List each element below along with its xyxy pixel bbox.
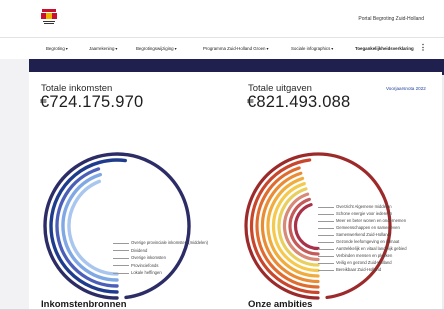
expenses-legend-label: Meer en beter wonen en ondernemen bbox=[336, 218, 407, 223]
expenses-legend-label: Bereikbaar Zuid-Holland bbox=[336, 267, 382, 272]
expenses-legend-item[interactable]: Gezonde leefomgeving en klimaat bbox=[318, 239, 399, 244]
expenses-ring-chart bbox=[244, 152, 392, 300]
nav-item-sociale-infographics[interactable]: Sociale infographics▾ bbox=[291, 46, 333, 51]
expenses-legend-item[interactable]: Bereikbaar Zuid-Holland bbox=[318, 267, 381, 272]
legend-connector bbox=[318, 227, 334, 229]
left-rail bbox=[0, 59, 29, 309]
expenses-legend-label: Samenwerkend Zuid-Holland bbox=[336, 232, 390, 237]
expenses-legend-label: Verbinden mensen en plekken bbox=[336, 253, 393, 258]
legend-connector bbox=[318, 262, 334, 264]
income-legend-item[interactable]: Dividend bbox=[113, 248, 147, 253]
expenses-legend-item[interactable]: Gemeenschappen en samenleven bbox=[318, 225, 400, 230]
expenses-ring-9[interactable] bbox=[293, 203, 320, 251]
zuid-holland-crest-icon[interactable] bbox=[38, 8, 60, 30]
income-legend-label: Overige inkomsten bbox=[131, 255, 166, 260]
expenses-legend-item[interactable]: Meer en beter wonen en ondernemen bbox=[318, 218, 406, 223]
legend-connector bbox=[318, 255, 334, 257]
chevron-down-icon: ▾ bbox=[115, 46, 118, 51]
nav-item-begrotingswijziging[interactable]: Begrotingswijziging▾ bbox=[136, 46, 177, 51]
legend-connector bbox=[318, 269, 334, 271]
chevron-down-icon: ▾ bbox=[174, 46, 177, 51]
income-legend-item[interactable]: Lokale heffingen bbox=[113, 270, 162, 275]
expenses-legend-item[interactable]: Schone energie voor iedereen bbox=[318, 211, 392, 216]
expenses-legend-label: Schone energie voor iedereen bbox=[336, 211, 393, 216]
income-legend-item[interactable]: Overige provinciale inkomsten (middelen) bbox=[113, 240, 208, 245]
legend-connector bbox=[318, 220, 334, 222]
legend-connector bbox=[113, 272, 129, 274]
legend-connector bbox=[318, 248, 334, 250]
income-legend-label: Lokale heffingen bbox=[131, 270, 162, 275]
nav-label: Begroting bbox=[46, 46, 65, 51]
legend-connector bbox=[318, 213, 334, 215]
browser-page: Portal Begroting Zuid-Holland Begroting▾… bbox=[0, 0, 444, 310]
nav-label: Programma Zuid-Holland Groen bbox=[203, 46, 266, 51]
expenses-legend-item[interactable]: Aantrekkelijk en vitaal landelijk gebied bbox=[318, 246, 407, 251]
overview-card: Totale inkomsten €724.175.970 Totale uit… bbox=[29, 72, 442, 310]
expenses-legend-item[interactable]: Overzicht Algemene middelen bbox=[318, 204, 392, 209]
nav-item-jaarrekening[interactable]: Jaarrekening▾ bbox=[89, 46, 117, 51]
legend-connector bbox=[113, 250, 129, 251]
nav-label: Begrotingswijziging bbox=[136, 46, 174, 51]
chevron-down-icon: ▾ bbox=[65, 46, 68, 51]
nav-label: Sociale infographics bbox=[291, 46, 331, 51]
nav-item-begroting[interactable]: Begroting▾ bbox=[46, 46, 68, 51]
legend-connector bbox=[113, 265, 129, 266]
expenses-legend-item[interactable]: Samenwerkend Zuid-Holland bbox=[318, 232, 390, 237]
income-legend-label: Dividend bbox=[131, 247, 148, 253]
expenses-legend-item[interactable]: Verbinden mensen en plekken bbox=[318, 253, 392, 258]
nav-label: Toegankelijkheidsverklaring bbox=[355, 46, 414, 51]
expenses-legend-label: Aantrekkelijk en vitaal landelijk gebied bbox=[336, 246, 407, 251]
expenses-legend-label: Overzicht Algemene middelen bbox=[336, 204, 392, 209]
legend-connector bbox=[318, 206, 334, 208]
legend-connector bbox=[113, 257, 129, 259]
expenses-legend-label: Gemeenschappen en samenleven bbox=[336, 225, 400, 230]
income-legend-label: Provinciefonds bbox=[131, 262, 159, 268]
expenses-legend-label: Veilig en gezond Zuid-Holland bbox=[336, 260, 392, 265]
legend-connector bbox=[318, 234, 334, 236]
income-legend-item[interactable]: Provinciefonds bbox=[113, 263, 158, 268]
top-header: Portal Begroting Zuid-Holland bbox=[0, 0, 444, 37]
chevron-down-icon: ▾ bbox=[266, 46, 269, 51]
main-navigation: Begroting▾ Jaarrekening▾ Begrotingswijzi… bbox=[0, 37, 444, 59]
expenses-legend-item[interactable]: Veilig en gezond Zuid-Holland bbox=[318, 260, 392, 265]
section-title-onze-ambities: Onze ambities bbox=[248, 299, 313, 310]
income-legend-label: Overige provinciale inkomsten (middelen) bbox=[131, 240, 209, 245]
nav-label: Jaarrekening bbox=[89, 46, 115, 51]
section-title-inkomstenbronnen: Inkomstenbronnen bbox=[41, 299, 127, 310]
nav-item-toegankelijkheid[interactable]: Toegankelijkheidsverklaring bbox=[355, 46, 414, 51]
legend-connector bbox=[113, 242, 129, 244]
expenses-legend-label: Gezonde leefomgeving en klimaat bbox=[336, 239, 400, 244]
income-legend-item[interactable]: Overige inkomsten bbox=[113, 255, 166, 260]
legend-connector bbox=[318, 241, 334, 243]
chevron-down-icon: ▾ bbox=[331, 46, 334, 51]
nav-item-programma-zh-groen[interactable]: Programma Zuid-Holland Groen▾ bbox=[203, 46, 269, 51]
vertical-dots-icon[interactable]: ⋮ bbox=[419, 43, 427, 52]
portal-link[interactable]: Portal Begroting Zuid-Holland bbox=[358, 16, 424, 22]
